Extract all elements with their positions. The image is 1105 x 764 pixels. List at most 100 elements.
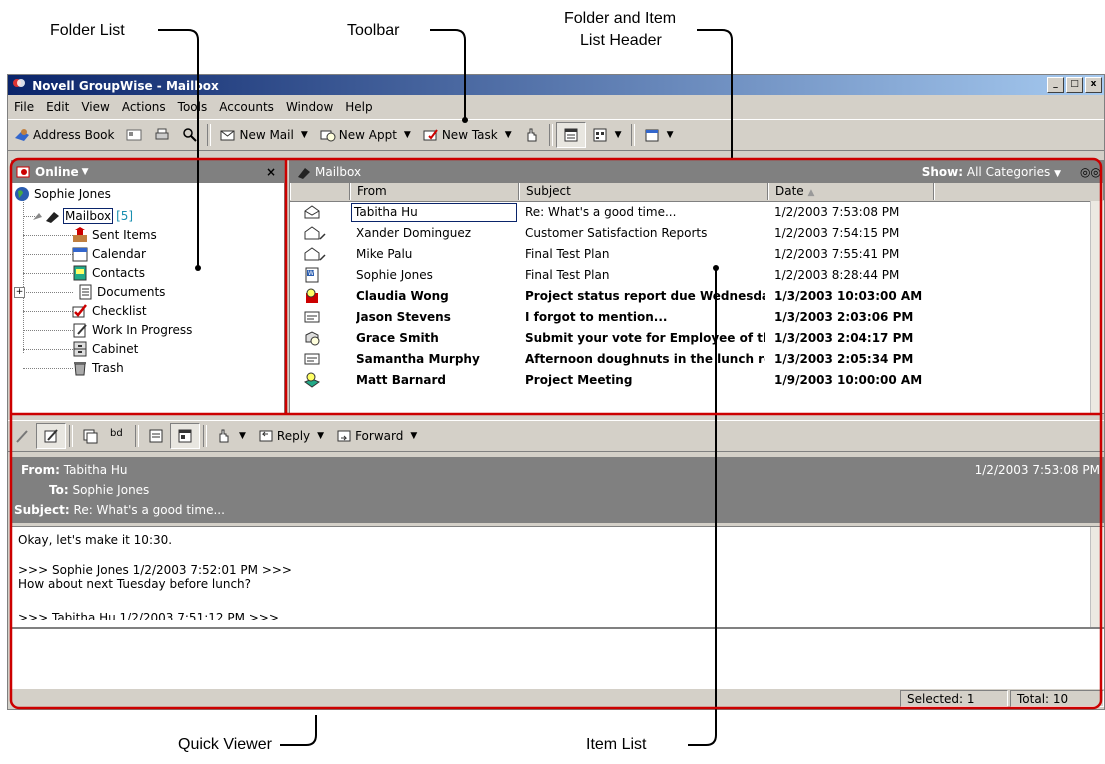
row-subject: Project Meeting <box>525 373 633 387</box>
row-from: Jason Stevens <box>356 310 451 324</box>
folder-cabinet[interactable]: Cabinet <box>72 340 138 358</box>
display-settings-dropdown-icon[interactable]: ▼ <box>615 130 622 140</box>
address-selector-button[interactable] <box>120 123 148 147</box>
menu-actions[interactable]: Actions <box>116 97 172 117</box>
folder-calendar[interactable]: Calendar <box>72 245 146 263</box>
status-selected: Selected: 1 <box>900 690 1008 707</box>
find-binoculars-icon[interactable]: ◎◎ <box>1080 161 1101 183</box>
sort-ascending-icon: ▲ <box>807 188 815 198</box>
qv-from-label: From: <box>21 463 60 477</box>
open-item-button[interactable] <box>518 123 546 147</box>
close-window-button[interactable]: x <box>1085 77 1102 93</box>
contacts-icon <box>72 265 88 281</box>
folder-work-in-progress[interactable]: Work In Progress <box>72 321 192 339</box>
folder-list-header: Online ▼ × <box>12 161 284 183</box>
find-button[interactable] <box>176 123 204 147</box>
new-mail-dropdown-icon[interactable]: ▼ <box>301 130 308 140</box>
minimize-button[interactable]: _ <box>1047 77 1064 93</box>
item-list-pane: Mailbox Show: All Categories ▼ ◎◎ From S… <box>289 160 1104 414</box>
column-from-header[interactable]: From <box>350 183 519 200</box>
folder-contacts[interactable]: Contacts <box>72 264 145 282</box>
row-subject: Final Test Plan <box>525 247 610 261</box>
table-row[interactable]: Xander Dominguez Customer Satisfaction Re… <box>290 223 1090 244</box>
folder-sent-items-label: Sent Items <box>92 228 157 242</box>
new-appt-button[interactable]: New Appt ▼ <box>314 123 417 147</box>
column-icon-header[interactable] <box>290 183 350 200</box>
table-row[interactable]: Grace Smith Submit your vote for Employee… <box>290 328 1090 349</box>
qv-view-mode-button[interactable] <box>36 423 66 449</box>
table-row[interactable]: Tabitha Hu Re: What's a good time... 1/2/2… <box>290 202 1090 223</box>
online-mode-dropdown-icon: ▼ <box>81 167 89 177</box>
row-date: 1/3/2003 10:03:00 AM <box>774 289 923 303</box>
qv-reply-style-button[interactable] <box>8 424 36 448</box>
qv-open-button[interactable]: ▼ <box>210 424 252 448</box>
sent-items-icon <box>72 227 88 243</box>
print-button[interactable] <box>148 123 176 147</box>
groupwise-logo-icon <box>12 76 26 96</box>
online-mode-selector[interactable]: Online ▼ <box>16 161 89 183</box>
folder-trash-label: Trash <box>92 361 124 375</box>
row-date: 1/3/2003 2:05:34 PM <box>774 352 914 366</box>
quick-viewer-body[interactable]: Okay, let's make it 10:30. >>> Sophie Jo… <box>11 526 1104 628</box>
calendar-view-button[interactable]: ▼ <box>638 123 680 147</box>
forward-dropdown-icon[interactable]: ▼ <box>410 431 417 441</box>
maximize-button[interactable]: □ <box>1066 77 1083 93</box>
table-row[interactable]: Mike Palu Final Test Plan 1/2/2003 7:55:41… <box>290 244 1090 265</box>
menu-edit[interactable]: Edit <box>40 97 75 117</box>
menu-bar: File Edit View Actions Tools Accounts Wi… <box>8 97 1104 117</box>
quick-viewer-toolbar: bd ▼ Reply ▼ Forward ▼ <box>8 420 1104 452</box>
expand-documents-toggle[interactable]: + <box>14 286 25 298</box>
item-list-scrollbar[interactable] <box>1090 201 1104 413</box>
mailbox-icon <box>32 208 59 224</box>
qv-plain-text-button[interactable] <box>142 424 170 448</box>
reminder-note-icon <box>304 288 320 304</box>
folder-mailbox[interactable]: Mailbox [5] <box>32 207 133 225</box>
table-row[interactable]: Samantha Murphy Afternoon doughnuts in th… <box>290 349 1090 370</box>
folder-sent-items[interactable]: Sent Items <box>72 226 157 244</box>
open-hand-icon <box>524 127 540 143</box>
folder-trash[interactable]: Trash <box>72 359 124 377</box>
new-task-dropdown-icon[interactable]: ▼ <box>505 130 512 140</box>
reply-button[interactable]: Reply ▼ <box>252 424 330 448</box>
new-task-button[interactable]: New Task ▼ <box>417 123 518 147</box>
reply-dropdown-icon[interactable]: ▼ <box>317 431 324 441</box>
menu-view[interactable]: View <box>75 97 115 117</box>
row-subject: Project status report due Wednesday <box>525 289 765 303</box>
attachments-icon <box>82 428 98 444</box>
opened-mail-icon <box>304 204 320 220</box>
table-row[interactable]: Matt Barnard Project Meeting 1/9/2003 10:0… <box>290 370 1090 391</box>
status-bar: Selected: 1 Total: 10 <box>8 689 1104 709</box>
close-folder-list-button[interactable]: × <box>266 161 276 183</box>
folder-root[interactable]: Sophie Jones <box>14 185 111 203</box>
menu-help[interactable]: Help <box>339 97 378 117</box>
table-row[interactable]: Jason Stevens I forgot to mention... 1/3/2… <box>290 307 1090 328</box>
show-categories-filter[interactable]: Show: All Categories ▼ <box>922 161 1061 185</box>
folder-checklist[interactable]: Checklist <box>72 302 147 320</box>
address-book-button[interactable]: Address Book <box>8 123 120 147</box>
menu-tools[interactable]: Tools <box>172 97 214 117</box>
table-row[interactable]: W Sophie Jones Final Test Plan 1/2/2003 8:2… <box>290 265 1090 286</box>
qv-html-view-button[interactable] <box>170 423 200 449</box>
menu-accounts[interactable]: Accounts <box>213 97 280 117</box>
qv-attachments-button[interactable] <box>76 424 104 448</box>
qv-open-dropdown-icon[interactable]: ▼ <box>239 431 246 441</box>
calendar-view-dropdown-icon[interactable]: ▼ <box>667 130 674 140</box>
address-book-icon <box>14 127 30 143</box>
menu-window[interactable]: Window <box>280 97 339 117</box>
row-from: Grace Smith <box>356 331 439 345</box>
quick-viewer-scrollbar[interactable] <box>1090 527 1104 627</box>
groupwise-window: Novell GroupWise - Mailbox _ □ x File Ed… <box>7 74 1105 710</box>
new-appt-dropdown-icon[interactable]: ▼ <box>404 130 411 140</box>
new-mail-button[interactable]: New Mail ▼ <box>214 123 313 147</box>
forward-button[interactable]: Forward ▼ <box>330 424 423 448</box>
column-subject-header[interactable]: Subject <box>519 183 768 200</box>
folder-documents[interactable]: + Documents <box>14 283 165 301</box>
row-from: Samantha Murphy <box>356 352 480 366</box>
printer-icon <box>154 127 170 143</box>
column-date-header[interactable]: Date ▲ <box>768 183 934 200</box>
display-settings-button[interactable]: ▼ <box>586 123 628 147</box>
toggle-folder-list-button[interactable] <box>555 122 586 148</box>
menu-file[interactable]: File <box>8 97 40 117</box>
table-row[interactable]: Claudia Wong Project status report due We… <box>290 286 1090 307</box>
qv-font-button[interactable]: bd <box>104 424 132 448</box>
